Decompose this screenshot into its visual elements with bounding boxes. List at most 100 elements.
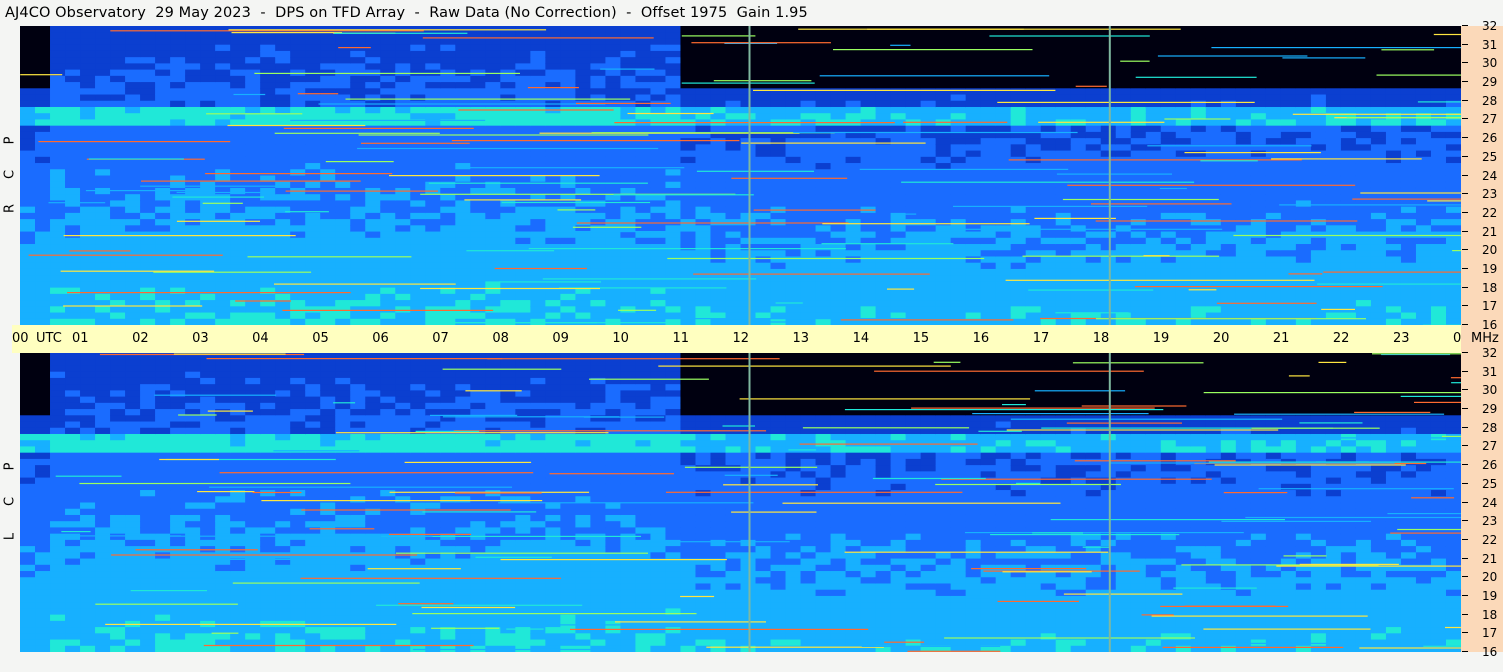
heatmap-cell bbox=[1160, 44, 1177, 52]
heatmap-cell bbox=[1295, 200, 1312, 208]
heatmap-cell bbox=[1010, 237, 1027, 245]
heatmap-cell bbox=[50, 490, 66, 497]
heatmap-cell bbox=[65, 287, 81, 295]
heatmap-cell bbox=[140, 100, 156, 108]
interference-line bbox=[1282, 57, 1366, 59]
heatmap-cell bbox=[1085, 144, 1102, 152]
heatmap-cell bbox=[470, 300, 486, 307]
heatmap-cell bbox=[65, 521, 81, 529]
heatmap-cell bbox=[1325, 187, 1342, 195]
heatmap-cell bbox=[455, 219, 471, 226]
heatmap-cell bbox=[200, 212, 216, 220]
heatmap-cell bbox=[815, 300, 832, 307]
heatmap-cell bbox=[1205, 293, 1222, 301]
heatmap-cell bbox=[1415, 300, 1432, 307]
heatmap-cell bbox=[320, 300, 336, 307]
heatmap-cell bbox=[245, 212, 261, 220]
heatmap-cell bbox=[230, 57, 246, 64]
heatmap-cell bbox=[1070, 237, 1087, 245]
heatmap-cell bbox=[845, 106, 862, 114]
heatmap-cell bbox=[65, 564, 81, 572]
heatmap-cell bbox=[1145, 94, 1162, 102]
heatmap-cell bbox=[65, 508, 81, 516]
heatmap-cell bbox=[1055, 231, 1072, 239]
heatmap-cell bbox=[1220, 119, 1237, 127]
heatmap-cell bbox=[950, 44, 967, 52]
heatmap-cell bbox=[80, 508, 96, 516]
heatmap-cell bbox=[830, 82, 847, 89]
heatmap-cell bbox=[620, 200, 637, 208]
heatmap-cell bbox=[215, 32, 231, 40]
heatmap-cell bbox=[1295, 262, 1312, 270]
heatmap-cell bbox=[920, 38, 937, 46]
heatmap-cell bbox=[1415, 125, 1432, 133]
heatmap-cell bbox=[1385, 106, 1402, 114]
heatmap-cell bbox=[50, 552, 66, 560]
heatmap-cell bbox=[80, 377, 96, 385]
heatmap-cell bbox=[110, 131, 126, 139]
heatmap-cell bbox=[425, 38, 441, 46]
heatmap-cell bbox=[185, 237, 201, 245]
heatmap-cell bbox=[80, 396, 96, 404]
heatmap-cell bbox=[1205, 237, 1222, 245]
heatmap-cell bbox=[1280, 256, 1297, 264]
heatmap-cell bbox=[1415, 293, 1432, 301]
heatmap-cell bbox=[245, 237, 261, 245]
heatmap-cell bbox=[605, 38, 622, 46]
heatmap-cell bbox=[215, 256, 231, 264]
heatmap-cell bbox=[455, 125, 471, 133]
heatmap-cell bbox=[1250, 175, 1267, 183]
heatmap-cell bbox=[740, 150, 757, 158]
heatmap-cell bbox=[65, 219, 81, 226]
heatmap-cell bbox=[845, 44, 862, 52]
heatmap-cell bbox=[440, 50, 456, 58]
heatmap-cell bbox=[485, 94, 501, 102]
heatmap-cell bbox=[1250, 287, 1267, 295]
heatmap-cell bbox=[80, 421, 96, 429]
heatmap-cell bbox=[1010, 300, 1027, 307]
heatmap-cell bbox=[1220, 138, 1237, 145]
heatmap-cell bbox=[695, 156, 712, 164]
heatmap-cell bbox=[215, 38, 231, 46]
heatmap-cell bbox=[575, 57, 591, 64]
heatmap-cell bbox=[1355, 244, 1372, 251]
heatmap-cell bbox=[890, 219, 907, 226]
heatmap-cell bbox=[1070, 82, 1087, 89]
interference-line bbox=[627, 112, 714, 115]
heatmap-cell bbox=[140, 57, 156, 64]
heatmap-cell bbox=[1355, 26, 1372, 33]
heatmap-cell bbox=[515, 113, 531, 121]
heatmap-cell bbox=[1145, 281, 1162, 289]
heatmap-cell bbox=[350, 256, 366, 264]
heatmap-cell bbox=[1085, 131, 1102, 139]
heatmap-cell bbox=[35, 281, 51, 289]
heatmap-cell bbox=[815, 44, 832, 52]
heatmap-cell bbox=[620, 88, 637, 96]
heatmap-cell bbox=[320, 150, 336, 158]
interference-line bbox=[1433, 33, 1461, 36]
heatmap-cell bbox=[1160, 63, 1177, 71]
heatmap-cell bbox=[965, 144, 982, 152]
heatmap-cell bbox=[65, 312, 81, 320]
heatmap-cell bbox=[890, 194, 907, 202]
heatmap-cell bbox=[890, 57, 907, 64]
heatmap-cell bbox=[290, 57, 306, 64]
heatmap-cell bbox=[110, 194, 126, 202]
heatmap-cell bbox=[125, 131, 141, 139]
heatmap-cell bbox=[1100, 82, 1117, 89]
heatmap-cell bbox=[1025, 88, 1042, 96]
heatmap-cell bbox=[1010, 125, 1027, 133]
heatmap-cell bbox=[710, 144, 727, 152]
heatmap-cell bbox=[470, 125, 486, 133]
heatmap-cell bbox=[725, 287, 742, 295]
heatmap-cell bbox=[1145, 163, 1162, 170]
heatmap-cell bbox=[560, 138, 576, 145]
interference-line bbox=[997, 101, 1255, 103]
heatmap-cell bbox=[770, 32, 787, 40]
heatmap-cell bbox=[560, 119, 576, 127]
heatmap-cell bbox=[80, 415, 96, 423]
interference-line bbox=[1271, 158, 1422, 160]
heatmap-cell bbox=[740, 26, 757, 33]
heatmap-cell bbox=[65, 169, 81, 177]
heatmap-cell bbox=[245, 131, 261, 139]
